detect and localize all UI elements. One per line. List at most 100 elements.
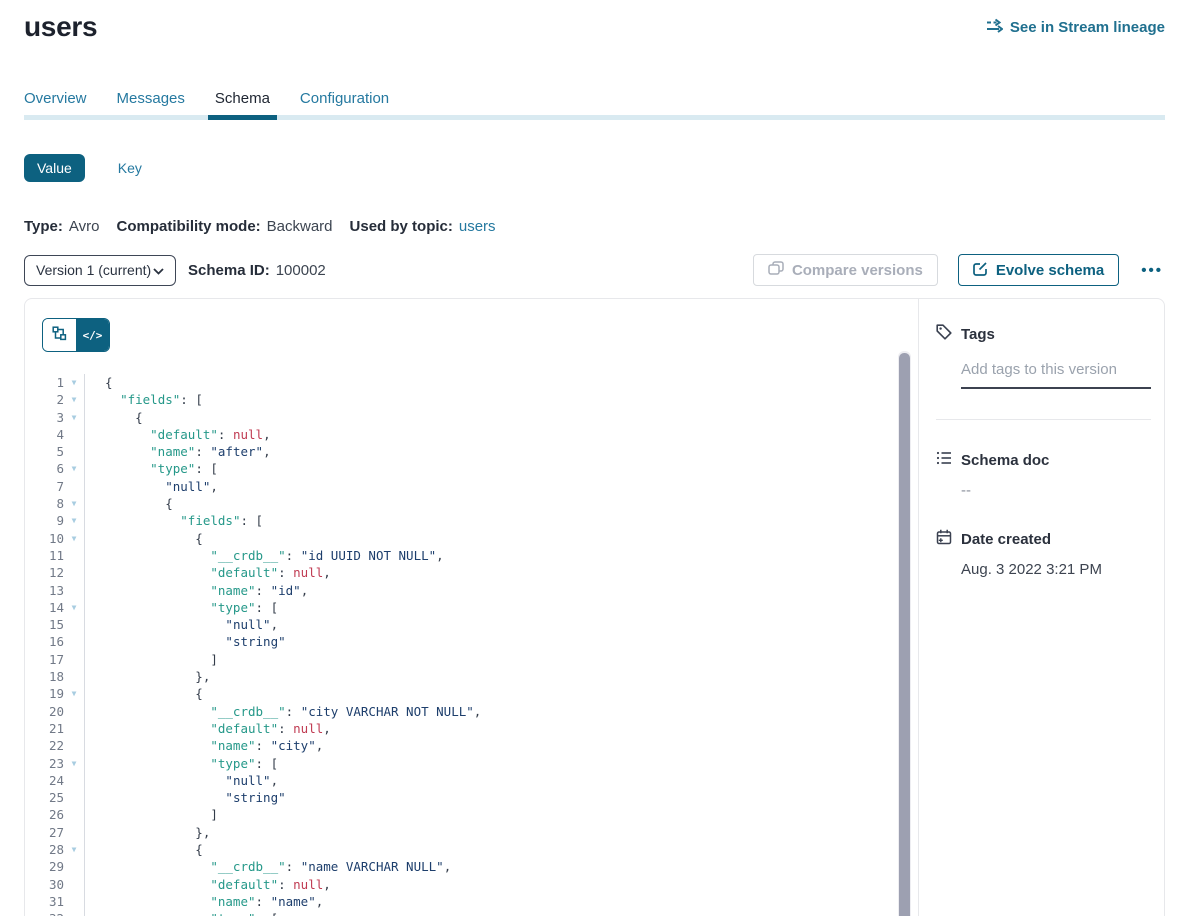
code-text: "type": [ (85, 755, 278, 772)
add-tags-input[interactable] (961, 359, 1151, 389)
code-line: 5 "name": "after", (25, 443, 918, 460)
schema-doc-value: -- (961, 482, 1151, 499)
line-number: 19 (25, 685, 64, 702)
tree-view-button[interactable] (43, 319, 76, 351)
code-line: 28▼ { (25, 841, 918, 858)
code-view-icon: </> (83, 329, 103, 342)
line-number: 18 (25, 668, 64, 685)
fold-toggle-icon[interactable]: ▼ (64, 391, 85, 408)
fold-toggle-icon[interactable]: ▼ (64, 374, 85, 391)
tab-configuration[interactable]: Configuration (300, 90, 389, 120)
fold-toggle-icon[interactable]: ▼ (64, 512, 85, 529)
code-line: 1▼{ (25, 374, 918, 391)
compatibility-pair: Compatibility mode: Backward (116, 218, 332, 235)
tab-track (24, 115, 1165, 120)
tree-view-icon (52, 326, 67, 344)
evolve-schema-button[interactable]: Evolve schema (958, 254, 1119, 286)
fold-toggle-icon[interactable]: ▼ (64, 599, 85, 616)
line-number: 21 (25, 720, 64, 737)
code-line: 12 "default": null, (25, 564, 918, 581)
code-line: 23▼ "type": [ (25, 755, 918, 772)
code-line: 4 "default": null, (25, 426, 918, 443)
fold-toggle-icon[interactable]: ▼ (64, 409, 85, 426)
tab-overview[interactable]: Overview (24, 90, 87, 120)
fold-gutter (64, 478, 85, 495)
code-text: { (85, 685, 203, 702)
code-text: "null", (85, 772, 278, 789)
code-text: }, (85, 668, 210, 685)
schema-sidebar: Tags Schema doc (919, 299, 1164, 916)
versions-icon (768, 261, 784, 279)
fold-toggle-icon[interactable]: ▼ (64, 460, 85, 477)
used-by-topic-label: Used by topic: (350, 218, 453, 235)
code-text: "name": "id", (85, 582, 308, 599)
tab-messages[interactable]: Messages (117, 90, 185, 120)
line-number: 23 (25, 755, 64, 772)
code-text: { (85, 841, 203, 858)
code-line: 17 ] (25, 651, 918, 668)
line-number: 8 (25, 495, 64, 512)
type-value: Avro (69, 218, 100, 235)
code-text: "fields": [ (85, 512, 263, 529)
tab-schema[interactable]: Schema (215, 90, 270, 120)
code-text: "type": [ (85, 599, 278, 616)
code-line: 15 "null", (25, 616, 918, 633)
schema-metadata: Type: Avro Compatibility mode: Backward … (24, 218, 1165, 235)
code-text: "default": null, (85, 426, 271, 443)
fold-toggle-icon[interactable]: ▼ (64, 495, 85, 512)
date-created-section: Date created Aug. 3 2022 3:21 PM (936, 529, 1151, 578)
fold-toggle-icon[interactable]: ▼ (64, 755, 85, 772)
fold-gutter (64, 426, 85, 443)
code-line: 14▼ "type": [ (25, 599, 918, 616)
code-text: "default": null, (85, 876, 331, 893)
version-toolbar: Version 1 (current) Schema ID: 100002 (24, 254, 1165, 286)
fold-toggle-icon[interactable]: ▼ (64, 841, 85, 858)
compare-versions-button[interactable]: Compare versions (753, 254, 938, 286)
more-actions-menu[interactable]: ••• (1139, 260, 1165, 281)
code-text: "default": null, (85, 720, 331, 737)
line-number: 4 (25, 426, 64, 443)
code-text: { (85, 495, 173, 512)
line-number: 16 (25, 633, 64, 650)
line-number: 7 (25, 478, 64, 495)
code-text: "null", (85, 478, 218, 495)
code-line: 29 "__crdb__": "name VARCHAR NULL", (25, 858, 918, 875)
line-number: 20 (25, 703, 64, 720)
code-line: 21 "default": null, (25, 720, 918, 737)
code-text: "type": [ (85, 460, 218, 477)
date-created-value: Aug. 3 2022 3:21 PM (961, 561, 1151, 578)
code-text: "name": "name", (85, 893, 323, 910)
line-number: 13 (25, 582, 64, 599)
code-line: 30 "default": null, (25, 876, 918, 893)
line-number: 6 (25, 460, 64, 477)
schema-doc-heading: Schema doc (936, 450, 1151, 470)
code-view-button[interactable]: </> (76, 319, 109, 351)
fold-toggle-icon[interactable]: ▼ (64, 685, 85, 702)
line-number: 27 (25, 824, 64, 841)
line-number: 29 (25, 858, 64, 875)
topic-link[interactable]: users (459, 218, 496, 235)
code-line: 8▼ { (25, 495, 918, 512)
stream-lineage-icon (986, 18, 1003, 37)
code-line: 2▼ "fields": [ (25, 391, 918, 408)
version-select-value: Version 1 (current) (36, 262, 151, 278)
version-actions: Compare versions Evolve schema ••• (753, 254, 1165, 286)
value-toggle-button[interactable]: Value (24, 154, 85, 182)
code-text: "default": null, (85, 564, 331, 581)
line-number: 11 (25, 547, 64, 564)
edit-square-icon (973, 261, 988, 280)
fold-gutter (64, 616, 85, 633)
code-line: 16 "string" (25, 633, 918, 650)
line-number: 1 (25, 374, 64, 391)
fold-toggle-icon[interactable]: ▼ (64, 530, 85, 547)
scrollbar-thumb[interactable] (899, 353, 910, 916)
line-number: 12 (25, 564, 64, 581)
line-number: 14 (25, 599, 64, 616)
see-in-stream-lineage-link[interactable]: See in Stream lineage (986, 18, 1165, 37)
fold-toggle-icon[interactable]: ▼ (64, 910, 85, 916)
key-toggle-link[interactable]: Key (118, 160, 142, 176)
type-label: Type: (24, 218, 63, 235)
line-number: 22 (25, 737, 64, 754)
code-text: ] (85, 651, 218, 668)
version-select[interactable]: Version 1 (current) (24, 255, 176, 286)
